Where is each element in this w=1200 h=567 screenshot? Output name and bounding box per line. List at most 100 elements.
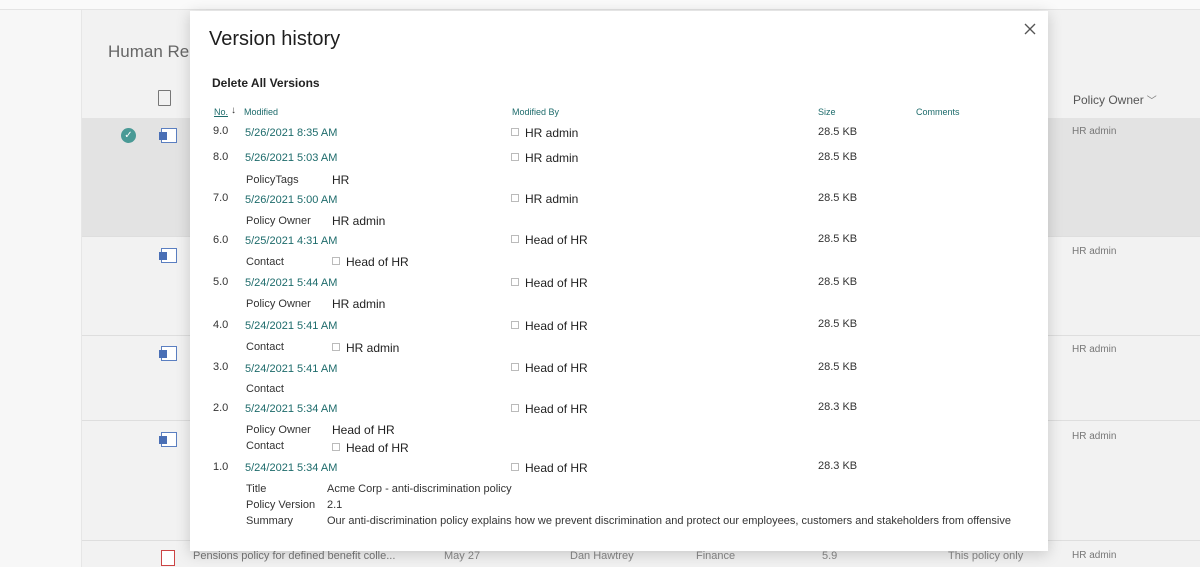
column-header-modified[interactable]: Modified <box>244 107 278 117</box>
policy-owner-cell: HR admin <box>1072 550 1117 561</box>
policy-owner-cell: HR admin <box>1072 126 1117 137</box>
close-button[interactable] <box>1020 19 1040 39</box>
policy-owner-cell: HR admin <box>1072 431 1117 442</box>
version-date-link[interactable]: 5/24/2021 5:41 AM <box>245 320 337 332</box>
changed-property-value: Head of HR <box>332 441 409 455</box>
modified-by-name: Head of HR <box>525 233 588 247</box>
sort-down-icon: ↓ <box>231 105 236 116</box>
modified-by[interactable]: Head of HR <box>511 361 588 375</box>
version-number: 5.0 <box>213 276 229 288</box>
property-person-name: Head of HR <box>346 255 409 269</box>
version-number: 4.0 <box>213 319 229 331</box>
version-date-link[interactable]: 5/26/2021 5:00 AM <box>245 194 337 206</box>
person-icon <box>511 235 519 243</box>
word-document-icon <box>159 248 177 263</box>
version-number: 6.0 <box>213 234 229 246</box>
property-person-name: HR admin <box>346 341 400 355</box>
file-name-link[interactable]: Pensions policy for defined benefit coll… <box>193 550 395 562</box>
modified-by[interactable]: Head of HR <box>511 319 588 333</box>
version-date-link[interactable]: 5/26/2021 5:03 AM <box>245 152 337 164</box>
changed-property-label: Policy Version <box>246 499 316 511</box>
version-date-link[interactable]: 5/24/2021 5:34 AM <box>245 462 337 474</box>
version-size: 28.5 KB <box>818 318 858 330</box>
changed-property-label: Contact <box>246 256 284 268</box>
changed-property-label: Title <box>246 483 267 495</box>
changed-property-value: HR admin <box>332 297 386 311</box>
column-header-modified-by[interactable]: Modified By <box>512 107 559 117</box>
close-icon <box>1024 23 1036 35</box>
changed-property-value: HR admin <box>332 341 399 355</box>
changed-property-value: Head of HR <box>332 255 409 269</box>
column-header-comments[interactable]: Comments <box>916 107 960 117</box>
version-number: 7.0 <box>213 192 229 204</box>
version-date-link[interactable]: 5/24/2021 5:34 AM <box>245 403 337 415</box>
changed-property-value: Our anti-discrimination policy explains … <box>327 515 1011 527</box>
modified-by[interactable]: HR admin <box>511 192 578 206</box>
column-header-policy-owner[interactable]: Policy Owner ﹀ <box>1073 92 1157 107</box>
version-size: 28.5 KB <box>818 361 858 373</box>
changed-property-label: PolicyTags <box>246 174 299 186</box>
version-number: 1.0 <box>213 461 229 473</box>
version-size: 28.5 KB <box>818 192 858 204</box>
version-size: 28.3 KB <box>818 460 858 472</box>
version-number: 9.0 <box>213 125 229 137</box>
version-date-link[interactable]: 5/26/2021 8:35 AM <box>245 127 337 139</box>
modified-by[interactable]: Head of HR <box>511 461 588 475</box>
description-cell: This policy only <box>948 550 1024 562</box>
version-size: 28.5 KB <box>818 126 858 138</box>
version-size: 28.5 KB <box>818 233 858 245</box>
changed-property-value: HR <box>332 173 350 187</box>
version-date-link[interactable]: 5/24/2021 5:41 AM <box>245 363 337 375</box>
modified-by-name: Head of HR <box>525 461 588 475</box>
modified-by-name: Head of HR <box>525 402 588 416</box>
dialog-title: Version history <box>209 28 341 50</box>
version-size: 28.3 KB <box>818 401 858 413</box>
department-cell: Finance <box>696 550 736 562</box>
modified-by[interactable]: Head of HR <box>511 402 588 416</box>
version-number: 8.0 <box>213 151 229 163</box>
version-size: 28.5 KB <box>818 276 858 288</box>
changed-property-value: 2.1 <box>327 499 343 511</box>
modified-by[interactable]: HR admin <box>511 151 578 165</box>
top-bar <box>0 0 1200 10</box>
modified-by-name: HR admin <box>525 151 579 165</box>
version-date-link[interactable]: 5/25/2021 4:31 AM <box>245 235 337 247</box>
property-person-name: Head of HR <box>346 441 409 455</box>
person-icon <box>511 128 519 136</box>
modified-by-name: Head of HR <box>525 361 588 375</box>
modified-by-cell: Dan Hawtrey <box>570 550 634 562</box>
modified-cell: May 27 <box>444 550 481 562</box>
changed-property-value: Head of HR <box>332 423 395 437</box>
person-icon <box>511 463 519 471</box>
changed-property-value: HR admin <box>332 214 386 228</box>
column-header-no[interactable]: No. <box>214 107 228 117</box>
policy-owner-cell: HR admin <box>1072 246 1117 257</box>
file-type-header-icon <box>158 90 171 106</box>
word-document-icon <box>159 432 177 447</box>
modified-by-name: Head of HR <box>525 319 588 333</box>
version-date-link[interactable]: 5/24/2021 5:44 AM <box>245 277 337 289</box>
modified-by[interactable]: Head of HR <box>511 276 588 290</box>
delete-all-versions-link[interactable]: Delete All Versions <box>212 76 320 90</box>
modified-by-name: Head of HR <box>525 276 588 290</box>
changed-property-label: Policy Owner <box>246 298 311 310</box>
row-checked-icon[interactable]: ✓ <box>121 128 136 143</box>
modified-by[interactable]: HR admin <box>511 126 578 140</box>
person-icon <box>511 363 519 371</box>
person-icon <box>332 257 340 265</box>
chevron-down-icon: ﹀ <box>1146 96 1157 107</box>
changed-property-label: Contact <box>246 341 284 353</box>
word-document-icon <box>159 128 177 143</box>
modified-by[interactable]: Head of HR <box>511 233 588 247</box>
person-icon <box>511 321 519 329</box>
person-icon <box>332 443 340 451</box>
left-nav <box>0 10 82 567</box>
column-header-size[interactable]: Size <box>818 107 836 117</box>
policy-owner-cell: HR admin <box>1072 344 1117 355</box>
changed-property-label: Summary <box>246 515 294 527</box>
version-number: 3.0 <box>213 361 229 373</box>
changed-property-label: Contact <box>246 440 284 452</box>
version-number: 2.0 <box>213 402 229 414</box>
version-cell: 5.9 <box>822 550 838 562</box>
library-title: Human Re <box>108 42 190 61</box>
